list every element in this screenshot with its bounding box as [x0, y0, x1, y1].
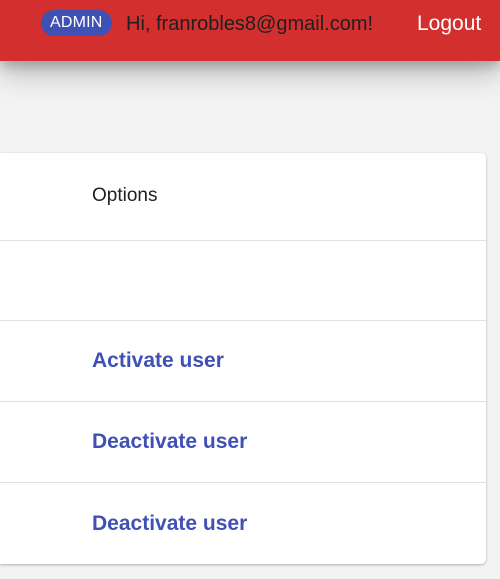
- table-row: [0, 241, 486, 321]
- table-row: Deactivate user: [0, 483, 486, 564]
- table-row: Deactivate user: [0, 402, 486, 483]
- options-cell: Deactivate user: [92, 483, 247, 564]
- users-table: Options Activate user Deactivate user De…: [0, 153, 486, 564]
- user-greeting: Hi, franrobles8@gmail.com!: [126, 13, 374, 35]
- options-cell: Activate user: [92, 321, 224, 401]
- app-header: ADMIN Hi, franrobles8@gmail.com! Logout: [0, 0, 500, 61]
- role-badge: ADMIN: [41, 10, 112, 36]
- table-row: Activate user: [0, 321, 486, 402]
- table-header-row: Options: [0, 153, 486, 241]
- options-header-label: Options: [92, 184, 158, 206]
- deactivate-user-link[interactable]: Deactivate user: [92, 512, 247, 536]
- deactivate-user-link[interactable]: Deactivate user: [92, 430, 247, 454]
- options-column-header: Options: [92, 153, 157, 240]
- options-cell: Deactivate user: [92, 402, 247, 482]
- logout-button[interactable]: Logout: [417, 9, 481, 39]
- activate-user-link[interactable]: Activate user: [92, 349, 224, 373]
